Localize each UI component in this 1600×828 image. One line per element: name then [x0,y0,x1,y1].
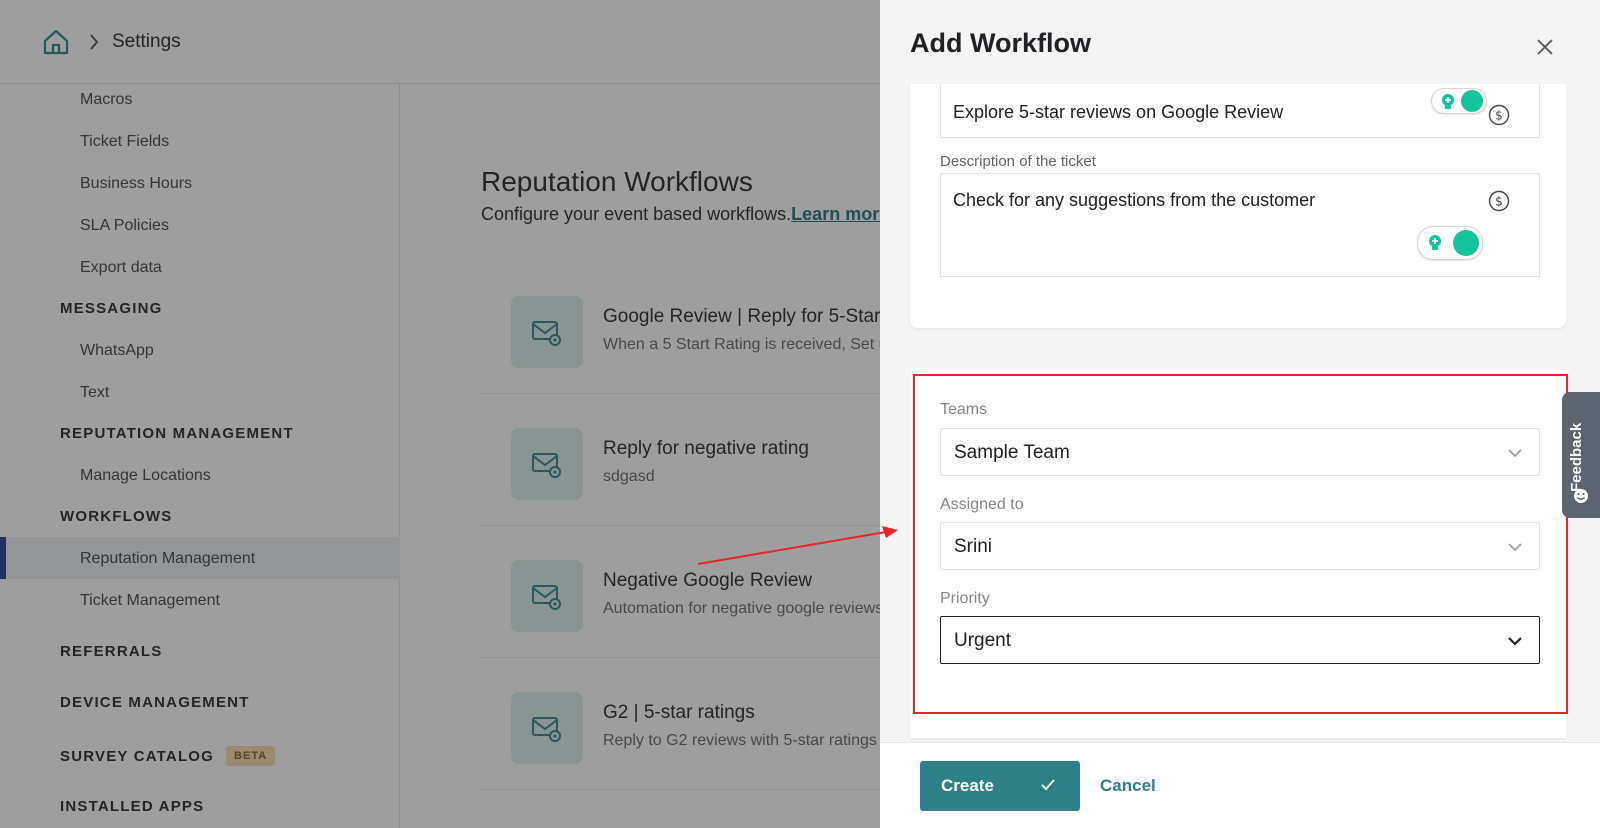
close-icon[interactable] [1536,38,1554,56]
grammarly-widget[interactable] [1431,88,1487,114]
bulb-icon [1429,235,1441,250]
grammarly-icon [1453,230,1479,256]
bulb-icon [1442,94,1454,109]
assigned-to-value: Srini [954,536,993,557]
svg-text:$: $ [1495,195,1503,209]
create-button-label: Create [941,776,994,795]
grammarly-icon [1461,90,1483,112]
assignment-card: Teams Sample Team Assigned to Srini Prio… [910,368,1566,738]
annotation-arrow [697,526,898,565]
chevron-down-icon [1508,543,1522,552]
teams-value: Sample Team [954,442,1070,463]
description-textarea[interactable]: Check for any suggestions from the custo… [940,173,1540,277]
teams-select[interactable]: Sample Team [940,428,1540,476]
priority-value: Urgent [954,630,1012,651]
drawer-footer: Create Cancel [880,742,1600,828]
feedback-label: Feedback [1568,422,1585,492]
assigned-to-select[interactable]: Srini [940,522,1540,570]
teams-label: Teams [940,401,988,418]
ticket-subject-value: Explore 5-star reviews on Google Review [953,102,1284,122]
smile-icon [1574,489,1588,503]
ticket-details-card: Explore 5-star reviews on Google Review … [910,84,1566,328]
dollar-icon[interactable]: $ [1488,104,1510,126]
description-value: Check for any suggestions from the custo… [953,190,1316,210]
drawer-title: Add Workflow [910,28,1091,58]
add-workflow-drawer: Add Workflow Explore 5-star reviews on G… [880,0,1600,828]
modal-backdrop[interactable] [0,0,880,828]
feedback-tab[interactable]: Feedback [1562,392,1600,518]
grammarly-widget[interactable] [1417,226,1483,260]
priority-label: Priority [940,590,990,607]
cancel-button[interactable]: Cancel [1100,776,1156,796]
svg-text:$: $ [1495,109,1503,123]
create-button[interactable]: Create [920,761,1080,811]
assigned-to-label: Assigned to [940,496,1024,513]
chevron-down-icon [1508,637,1522,646]
dollar-icon[interactable]: $ [1488,190,1510,212]
chevron-down-icon [1508,449,1522,458]
check-icon [1041,779,1055,791]
description-label: Description of the ticket [940,153,1096,170]
ticket-subject-input[interactable]: Explore 5-star reviews on Google Review … [940,84,1540,138]
priority-select[interactable]: Urgent [940,616,1540,664]
